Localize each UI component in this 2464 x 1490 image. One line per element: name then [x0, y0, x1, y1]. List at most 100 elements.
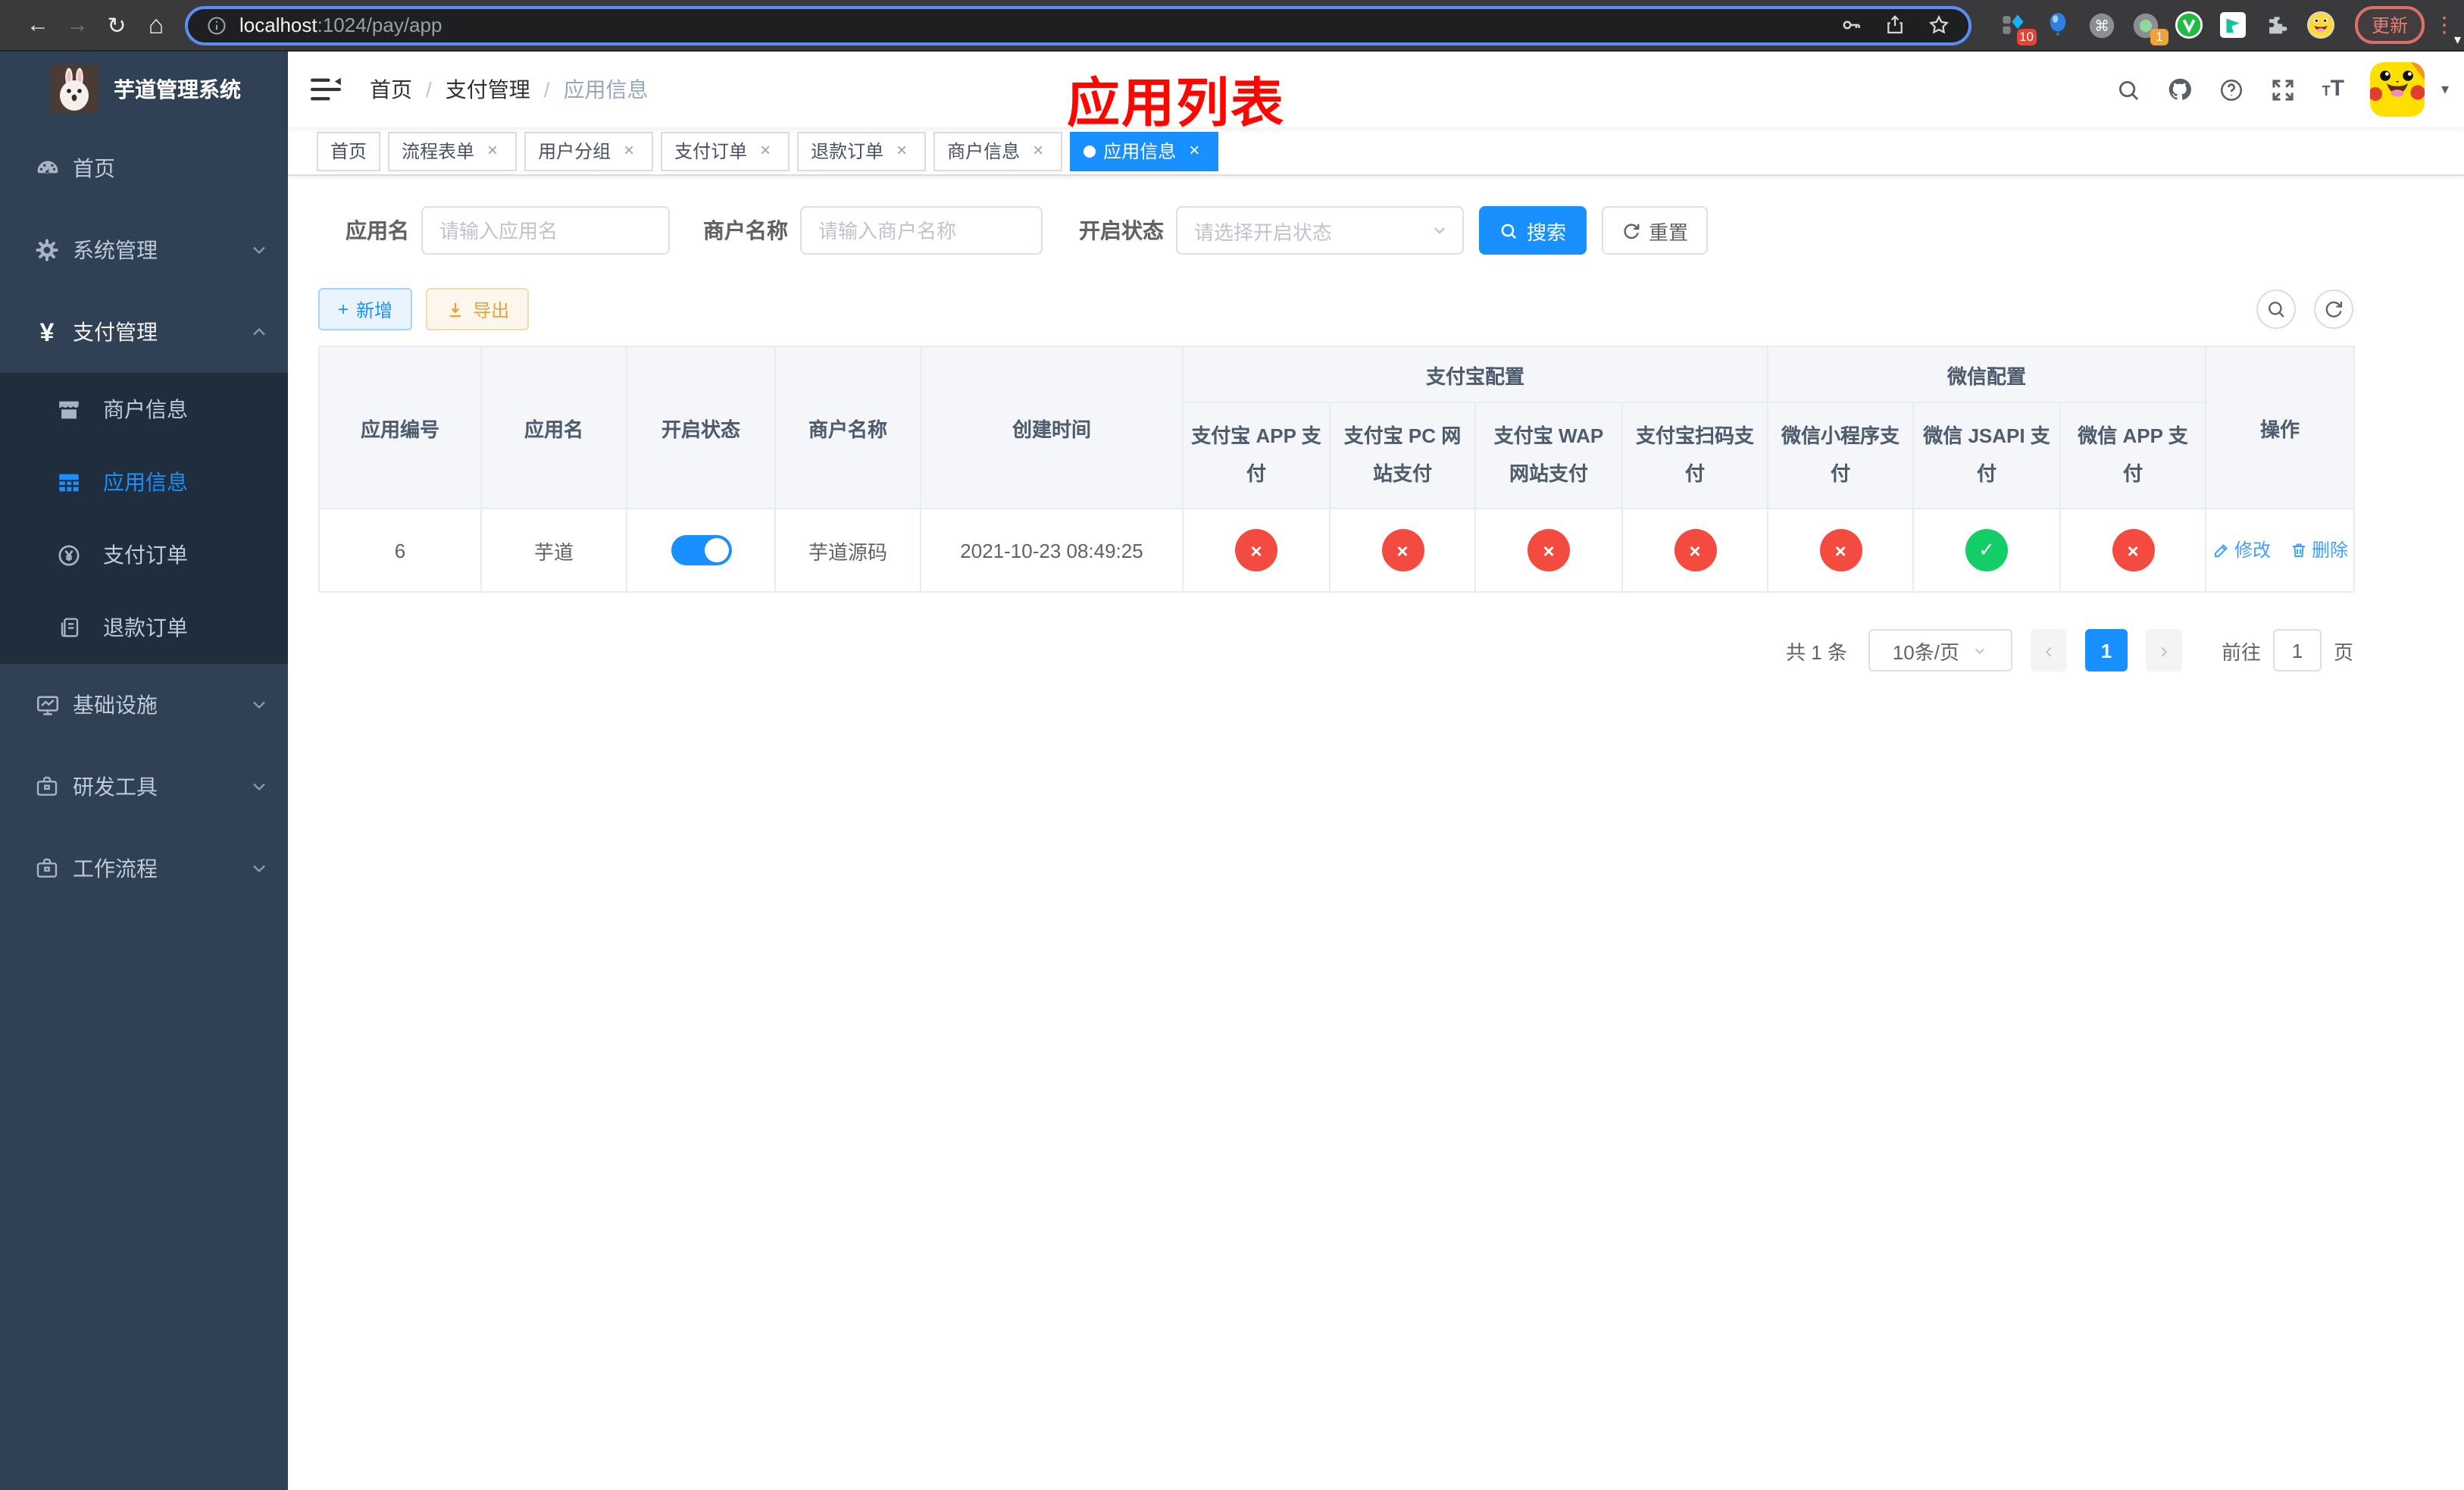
address-bar[interactable]: localhost:1024/pay/app — [185, 5, 1972, 45]
breadcrumb-separator: / — [543, 77, 550, 102]
user-avatar[interactable] — [2369, 62, 2425, 117]
goto-page-input[interactable] — [2272, 629, 2322, 671]
chevron-down-icon — [249, 694, 270, 715]
site-info-icon[interactable] — [206, 14, 227, 36]
status-select[interactable]: 请选择开启状态 — [1176, 206, 1464, 255]
sidebar-item-label: 首页 — [73, 156, 115, 180]
sidebar-item-label: 支付管理 — [73, 320, 158, 344]
chevron-down-icon — [1434, 227, 1445, 234]
sidebar-item-label: 系统管理 — [73, 238, 158, 262]
sidebar-subitem-merchant-info[interactable]: 商户信息 — [0, 373, 288, 446]
yen-icon: ¥ — [39, 318, 55, 346]
tab-close-icon[interactable]: × — [1184, 139, 1205, 161]
browser-reload-icon[interactable]: ↻ — [97, 11, 136, 39]
delete-link[interactable]: 删除 — [2289, 537, 2348, 563]
extension-emoji-icon[interactable] — [2306, 10, 2337, 40]
logo-rabbit-image — [50, 65, 98, 114]
page-title: 应用列表 — [1067, 74, 1286, 133]
share-icon[interactable] — [1884, 14, 1906, 36]
merchant-name-input[interactable] — [800, 206, 1043, 255]
add-button[interactable]: + 新增 — [318, 288, 413, 330]
tab-close-icon[interactable]: × — [618, 139, 639, 161]
sidebar-subitem-label: 应用信息 — [103, 470, 188, 494]
sidebar-item-workflow[interactable]: 工作流程 — [0, 828, 288, 909]
sidebar-subitem-label: 商户信息 — [103, 397, 188, 421]
tab-close-icon[interactable]: × — [891, 139, 912, 161]
browser-update-button[interactable]: 更新 — [2354, 6, 2425, 44]
download-icon — [450, 302, 461, 317]
browser-back-icon[interactable]: ← — [18, 12, 58, 38]
search-icon[interactable] — [2116, 77, 2142, 102]
tab-home[interactable]: 首页 — [317, 131, 381, 171]
show-search-button[interactable] — [2256, 290, 2296, 329]
browser-home-icon[interactable]: ⌂ — [136, 10, 176, 40]
sidebar-item-devtools[interactable]: 研发工具 — [0, 746, 288, 828]
caret-down-icon[interactable]: ▾ — [2441, 81, 2449, 98]
cell-wechat-mini-status: × — [1767, 508, 1915, 593]
status-check-icon: ✓ — [1965, 529, 2009, 571]
sidebar-item-payment[interactable]: ¥ 支付管理 — [0, 291, 288, 373]
prev-page-button[interactable]: ‹ — [2030, 629, 2067, 671]
page-size-select[interactable]: 10条/页 — [1868, 629, 2012, 671]
github-icon[interactable] — [2168, 77, 2194, 102]
col-wechat-mini: 微信小程序支付 — [1767, 402, 1915, 509]
sidebar-item-infrastructure[interactable]: 基础设施 — [0, 664, 288, 746]
filter-form: 应用名 商户名称 开启状态 请选择开启状态 搜索 — [318, 206, 2434, 255]
tab-close-icon[interactable]: × — [755, 139, 776, 161]
extension-flag-icon[interactable] — [2219, 10, 2249, 40]
fullscreen-icon[interactable] — [2271, 77, 2297, 102]
table-toolbar: + 新增 导出 — [318, 288, 2353, 330]
sidebar-subitem-pay-order[interactable]: 支付订单 — [0, 518, 288, 591]
tab-pay-order[interactable]: 支付订单 × — [661, 131, 790, 171]
sidebar-item-system[interactable]: 系统管理 — [0, 209, 288, 291]
help-icon[interactable] — [2219, 77, 2245, 102]
app-name-input[interactable] — [421, 206, 670, 255]
payment-submenu: 商户信息 应用信息 支付订单 退款订单 — [0, 373, 288, 664]
enabled-toggle[interactable] — [671, 535, 731, 565]
sidebar-collapse-icon[interactable] — [309, 76, 342, 103]
extension-tasks-icon[interactable]: 10 — [1999, 10, 2037, 45]
sidebar-subitem-label: 退款订单 — [103, 615, 188, 640]
col-app-name: 应用名 — [480, 346, 627, 509]
next-page-button[interactable]: › — [2145, 629, 2182, 671]
extension-recorder-icon[interactable]: 1 — [2131, 10, 2169, 45]
browser-overflow-caret-icon: ▾ — [2453, 32, 2461, 47]
sidebar-item-home[interactable]: 首页 — [0, 127, 288, 209]
tab-user-group[interactable]: 用户分组 × — [524, 131, 654, 171]
chevron-down-icon — [249, 239, 270, 261]
font-size-icon[interactable]: TT — [2322, 77, 2344, 102]
goto-label: 前往 — [2221, 640, 2261, 663]
navbar-actions: TT ▾ — [2116, 52, 2449, 127]
edit-link[interactable]: 修改 — [2212, 537, 2271, 563]
browser-menu-icon[interactable]: ⋮ — [2434, 12, 2455, 38]
refresh-table-button[interactable] — [2314, 290, 2353, 329]
sidebar-logo[interactable]: 芋道管理系统 — [0, 52, 288, 127]
tab-close-icon[interactable]: × — [1027, 139, 1049, 161]
browser-toolbar: ← → ↻ ⌂ localhost:1024/pay/app 10 ⌘ 1 更新… — [0, 0, 2464, 52]
tab-merchant-info[interactable]: 商户信息 × — [933, 131, 1063, 171]
browser-forward-icon[interactable]: → — [58, 12, 97, 38]
extension-command-icon[interactable]: ⌘ — [2087, 10, 2117, 40]
extension-v-icon[interactable] — [2175, 10, 2205, 40]
tab-process-form[interactable]: 流程表单 × — [388, 131, 518, 171]
sidebar-subitem-refund-order[interactable]: 退款订单 — [0, 591, 288, 664]
tab-close-icon[interactable]: × — [482, 139, 503, 161]
extension-puzzle-icon[interactable] — [2262, 10, 2293, 40]
password-key-icon[interactable] — [1840, 14, 1862, 36]
extension-balloon-icon[interactable] — [2043, 10, 2073, 40]
col-alipay-qr: 支付宝扫码支付 — [1621, 402, 1769, 509]
breadcrumb-payment[interactable]: 支付管理 — [446, 74, 530, 105]
bookmark-star-icon[interactable] — [1928, 14, 1950, 36]
status-cross-icon: × — [1381, 529, 1424, 571]
export-button[interactable]: 导出 — [426, 288, 530, 330]
cell-wechat-app-status: × — [2059, 508, 2207, 593]
page-1-button[interactable]: 1 — [2084, 629, 2128, 671]
breadcrumb-home[interactable]: 首页 — [370, 74, 412, 105]
sidebar-subitem-app-info[interactable]: 应用信息 — [0, 446, 288, 518]
top-navbar: 首页 / 支付管理 / 应用信息 应用列表 TT ▾ — [288, 52, 2464, 133]
col-merchant: 商户名称 — [774, 346, 921, 509]
reset-button[interactable]: 重置 — [1602, 206, 1708, 255]
plus-icon: + — [338, 299, 349, 320]
tab-refund-order[interactable]: 退款订单 × — [797, 131, 927, 171]
search-button[interactable]: 搜索 — [1479, 206, 1587, 255]
